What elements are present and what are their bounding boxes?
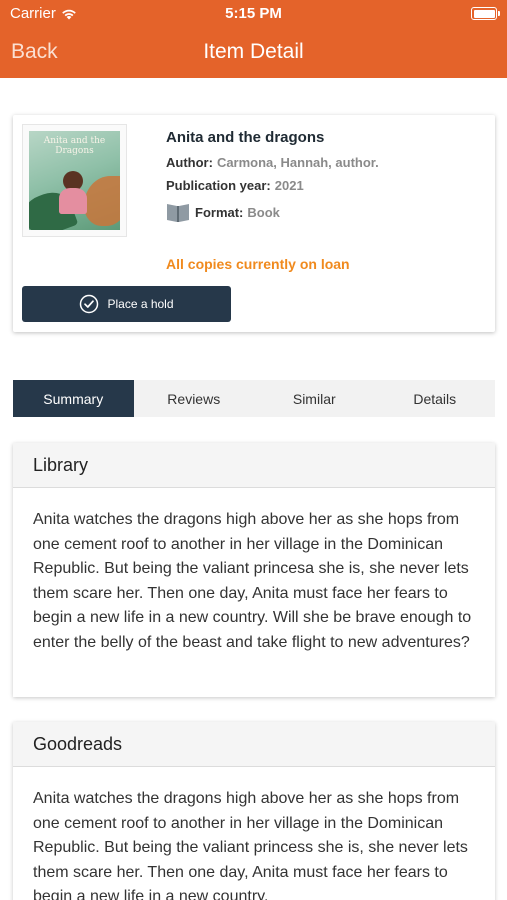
availability-status: All copies currently on loan <box>166 256 350 272</box>
book-title: Anita and the dragons <box>166 129 325 146</box>
goodreads-summary-text: Anita watches the dragons high above her… <box>33 790 468 900</box>
tab-details[interactable]: Details <box>375 380 496 417</box>
author-label: Author: <box>166 155 213 170</box>
tab-summary[interactable]: Summary <box>13 380 134 417</box>
year-value: 2021 <box>274 178 304 193</box>
detail-tabs: Summary Reviews Similar Details <box>13 380 495 417</box>
format-label: Format: <box>195 204 244 220</box>
item-card: Anita and the Dragons Anita and the drag… <box>13 115 495 332</box>
tab-reviews[interactable]: Reviews <box>134 380 255 417</box>
goodreads-summary-panel: Goodreads Anita watches the dragons high… <box>13 722 495 900</box>
library-summary-panel: Library Anita watches the dragons high a… <box>13 443 495 697</box>
item-details: Anita and the dragons Author: Carmona, H… <box>166 129 486 231</box>
tab-similar[interactable]: Similar <box>254 380 375 417</box>
library-summary-text: Anita watches the dragons high above her… <box>33 511 472 651</box>
author-value: Carmona, Hannah, author. <box>216 155 379 170</box>
author-row: Author: Carmona, Hannah, author. <box>166 155 486 170</box>
book-cover-image: Anita and the Dragons <box>29 131 120 230</box>
goodreads-panel-title: Goodreads <box>13 722 495 767</box>
format-value: Book <box>247 204 280 220</box>
place-hold-button[interactable]: Place a hold <box>22 286 231 322</box>
library-panel-title: Library <box>13 443 495 488</box>
battery-icon <box>471 7 500 20</box>
status-bar: Carrier 5:15 PM <box>0 0 507 28</box>
book-cover[interactable]: Anita and the Dragons <box>22 124 127 237</box>
check-circle-icon <box>80 294 99 314</box>
cover-title-art: Anita and the Dragons <box>43 136 106 156</box>
clock: 5:15 PM <box>225 5 282 22</box>
year-row: Publication year: 2021 <box>166 178 486 193</box>
navigation-bar: Back Item Detail <box>0 28 507 78</box>
book-icon <box>167 204 189 222</box>
format-row: Format: Book <box>166 201 486 223</box>
place-hold-label: Place a hold <box>107 297 174 311</box>
year-label: Publication year: <box>166 178 271 193</box>
page-title: Item Detail <box>203 40 304 63</box>
